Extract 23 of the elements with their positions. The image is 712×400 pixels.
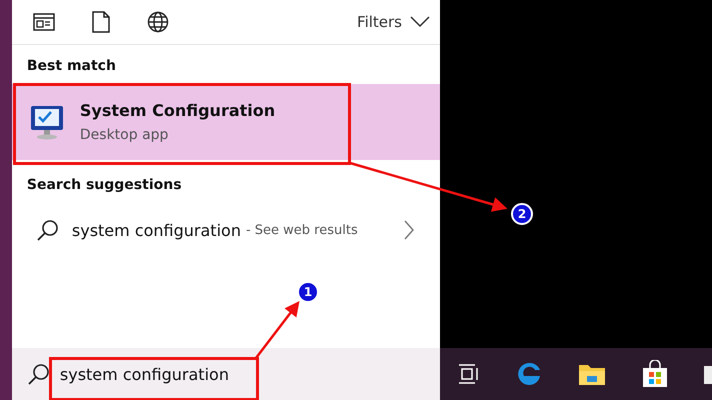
suggestion-hint: - See web results [246, 222, 358, 238]
chevron-down-icon [410, 16, 430, 28]
folder-icon[interactable] [578, 362, 606, 386]
shopping-bag-icon[interactable] [642, 360, 668, 388]
apps-icon[interactable] [32, 13, 55, 31]
chevron-right-icon [404, 220, 414, 240]
suggestion-item[interactable]: system configuration - See web results [12, 205, 440, 255]
task-view-icon[interactable] [458, 364, 480, 384]
app-type: Desktop app [80, 127, 170, 143]
search-field[interactable]: system configuration [12, 348, 440, 400]
search-icon [28, 363, 50, 385]
callout-arrow [255, 301, 300, 359]
app-title: System Configuration [80, 101, 276, 120]
section-heading: Best match [26, 57, 117, 76]
document-icon[interactable] [92, 11, 110, 33]
globe-icon[interactable] [146, 11, 169, 33]
filters-dropdown[interactable]: Filters [357, 13, 430, 31]
search-icon [36, 219, 59, 241]
best-match-result[interactable]: System Configuration Desktop app [12, 84, 440, 160]
section-heading: Search suggestions [26, 176, 183, 195]
suggestion-query: system configuration [72, 220, 241, 240]
edge-browser-icon[interactable] [516, 361, 542, 387]
monitor-icon [30, 104, 64, 140]
